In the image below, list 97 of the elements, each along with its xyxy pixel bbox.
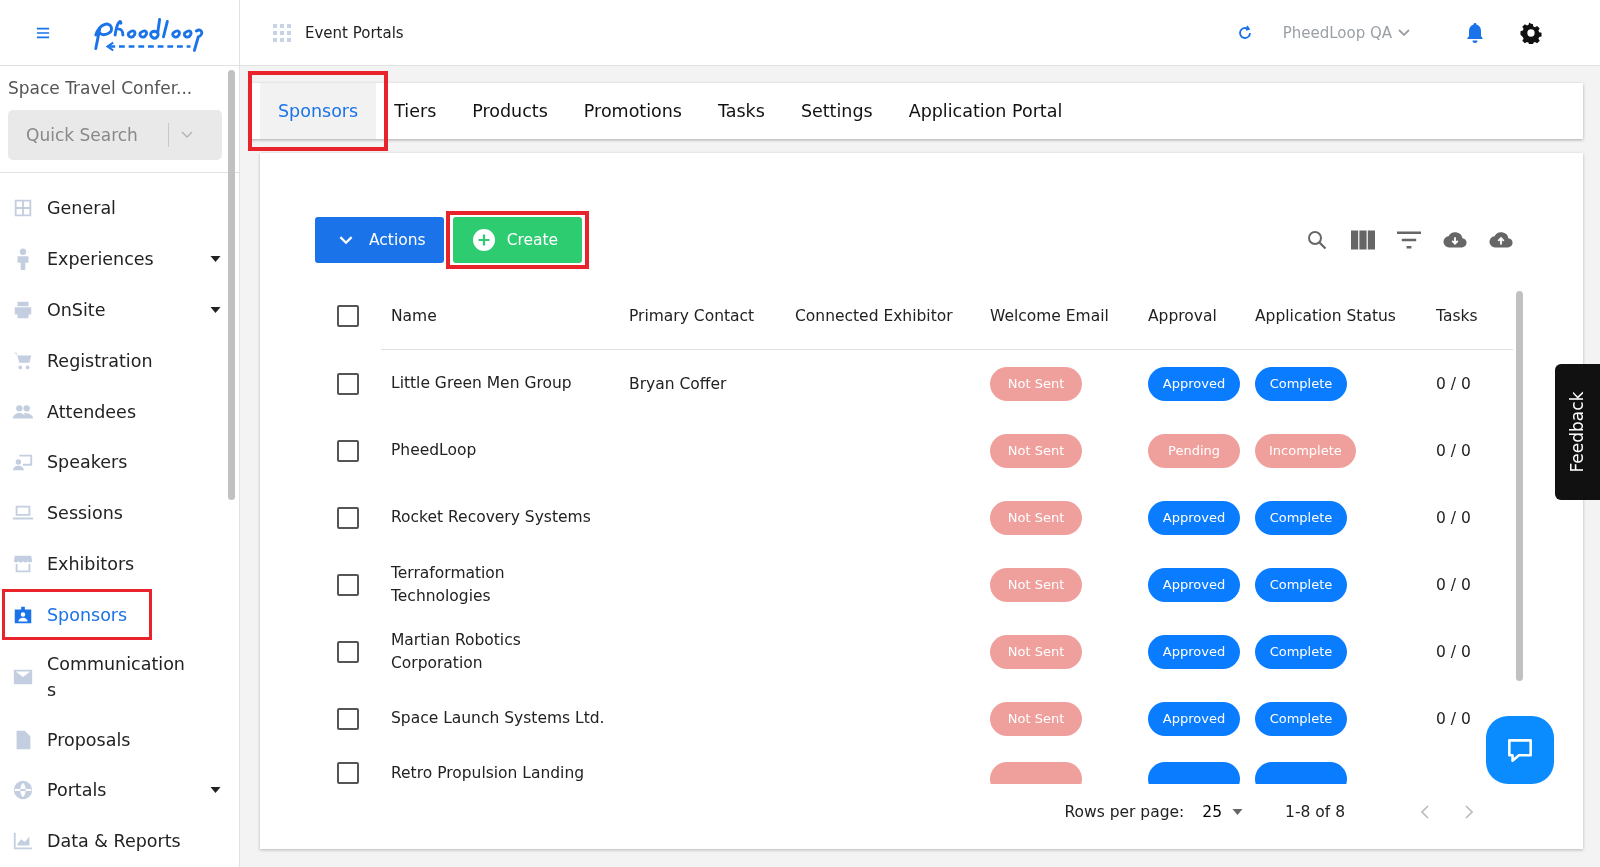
- status-pill: Complete: [1255, 701, 1347, 736]
- row-checkbox[interactable]: [337, 762, 359, 784]
- status-pill: Complete: [1255, 500, 1347, 535]
- page-range: 1-8 of 8: [1285, 803, 1345, 821]
- column-header[interactable]: Welcome Email: [990, 307, 1109, 325]
- filter-icon[interactable]: [1397, 230, 1421, 250]
- table-cell: Bryan Coffer: [629, 374, 727, 393]
- quick-search-input[interactable]: Quick Search: [24, 124, 158, 146]
- columns-icon[interactable]: [1351, 230, 1375, 250]
- row-checkbox[interactable]: [337, 506, 359, 529]
- sidebar-item[interactable]: Speakers: [0, 437, 221, 488]
- globe-icon: [12, 779, 34, 802]
- tab[interactable]: Tiers: [376, 83, 455, 139]
- table-cell-text: Little Green Men Group: [391, 373, 573, 395]
- status-pill: Approved: [1148, 634, 1240, 669]
- column-header[interactable]: Primary Contact: [629, 307, 755, 325]
- table-cell: 0 / 0: [1436, 575, 1471, 594]
- status-pill: Not Sent: [990, 634, 1082, 669]
- status-pill: Pending: [1148, 433, 1240, 468]
- table-cell-text: PheedLoop: [391, 440, 478, 462]
- scrollbar[interactable]: [1516, 291, 1523, 681]
- table-cell: 0 / 0: [1436, 709, 1471, 728]
- table-cell: 0 / 0: [1436, 374, 1471, 393]
- status-pill: Approved: [1148, 366, 1240, 401]
- status-pill: Not Sent: [990, 500, 1082, 535]
- tab[interactable]: Tasks: [700, 83, 783, 139]
- caret-icon: [210, 307, 221, 313]
- tab[interactable]: Settings: [782, 83, 891, 139]
- quick-search-field[interactable]: Quick Search: [8, 110, 222, 160]
- caret-icon: [210, 256, 221, 263]
- table-cell-text: Retro Propulsion Landing: [391, 763, 586, 784]
- table-cell-text: Space Launch Systems Ltd.: [391, 708, 606, 730]
- row-checkbox[interactable]: [337, 640, 359, 663]
- row-checkbox[interactable]: [337, 573, 359, 596]
- caret-icon: [1232, 809, 1243, 815]
- status-pill: Approved: [1148, 701, 1240, 736]
- column-header[interactable]: Name: [391, 306, 437, 325]
- sidebar-item[interactable]: OnSite: [0, 284, 221, 336]
- table-cell: 0 / 0: [1436, 508, 1471, 527]
- status-pill: Approved: [1148, 567, 1240, 602]
- table-cell-text: Rocket Recovery Systems: [391, 507, 592, 529]
- status-pill: Complete: [1255, 567, 1347, 602]
- status-pill: Approved: [1148, 500, 1240, 535]
- tab[interactable]: Promotions: [565, 83, 700, 139]
- printer-icon: [12, 299, 34, 321]
- tab[interactable]: Application Portal: [890, 83, 1081, 139]
- actions-button[interactable]: Actions: [315, 217, 444, 263]
- chat-button[interactable]: [1486, 716, 1554, 784]
- search-icon[interactable]: [1305, 230, 1329, 250]
- status-pill: Incomplete: [1255, 433, 1356, 468]
- table-cell: 0 / 0: [1436, 642, 1471, 661]
- rows-per-page-select[interactable]: 25: [1202, 803, 1243, 821]
- row-checkbox[interactable]: [337, 707, 359, 730]
- caret-icon: [210, 787, 221, 794]
- cloud-download-icon[interactable]: [1443, 230, 1467, 250]
- tab[interactable]: Products: [454, 83, 566, 139]
- sidebar-item[interactable]: Attendees: [0, 386, 221, 437]
- rows-per-page-label: Rows per page:: [1064, 803, 1185, 821]
- table-cell: 0 / 0: [1436, 441, 1471, 460]
- column-header[interactable]: Application Status: [1255, 307, 1396, 325]
- sidebar-item[interactable]: Exhibitors: [0, 538, 221, 590]
- cloud-upload-icon[interactable]: [1489, 230, 1513, 250]
- sidebar-item[interactable]: Communications: [0, 640, 221, 715]
- bell-icon[interactable]: [1464, 21, 1486, 44]
- feedback-tab[interactable]: Feedback: [1555, 364, 1600, 500]
- refresh-icon[interactable]: [1236, 24, 1253, 41]
- column-header[interactable]: Approval: [1148, 307, 1217, 325]
- status-pill: Not Sent: [990, 366, 1082, 401]
- page-title: Event Portals: [305, 23, 404, 42]
- row-checkbox[interactable]: [337, 439, 359, 462]
- sidebar-item[interactable]: Data & Reports: [0, 815, 221, 867]
- status-pill: Complete: [1255, 634, 1347, 669]
- event-name: Space Travel Confer...: [8, 78, 194, 98]
- scrollbar[interactable]: [228, 70, 235, 500]
- settings-icon[interactable]: [1520, 21, 1542, 44]
- sidebar-item[interactable]: Registration: [0, 335, 221, 387]
- menu-icon[interactable]: [36, 26, 50, 39]
- column-header[interactable]: Connected Exhibitor: [795, 307, 953, 325]
- chevron-down-icon: [1398, 28, 1410, 37]
- status-pill: Complete: [1255, 366, 1347, 401]
- table-cell-text: Terraformation Technologies: [391, 563, 506, 607]
- sidebar-item[interactable]: General: [0, 183, 221, 234]
- column-header[interactable]: Tasks: [1436, 307, 1478, 325]
- sidebar-item[interactable]: Sessions: [0, 487, 221, 539]
- row-checkbox[interactable]: [337, 372, 359, 395]
- sidebar-item[interactable]: Proposals: [0, 714, 221, 765]
- chevron-down-icon: [339, 235, 353, 245]
- sidebar-item[interactable]: Sponsors: [2, 589, 152, 641]
- table-cell-text: Martian Robotics Corporation: [391, 630, 522, 674]
- sidebar-item[interactable]: Experiences: [0, 233, 221, 285]
- sidebar-item[interactable]: Portals: [0, 764, 221, 816]
- select-all-checkbox[interactable]: [337, 305, 359, 327]
- plus-circle-icon: [472, 229, 495, 251]
- tab[interactable]: Sponsors: [260, 83, 377, 139]
- status-pill: Not Sent: [990, 567, 1082, 602]
- status-pill: Not Sent: [990, 701, 1082, 736]
- status-pill: Not Sent: [990, 433, 1082, 468]
